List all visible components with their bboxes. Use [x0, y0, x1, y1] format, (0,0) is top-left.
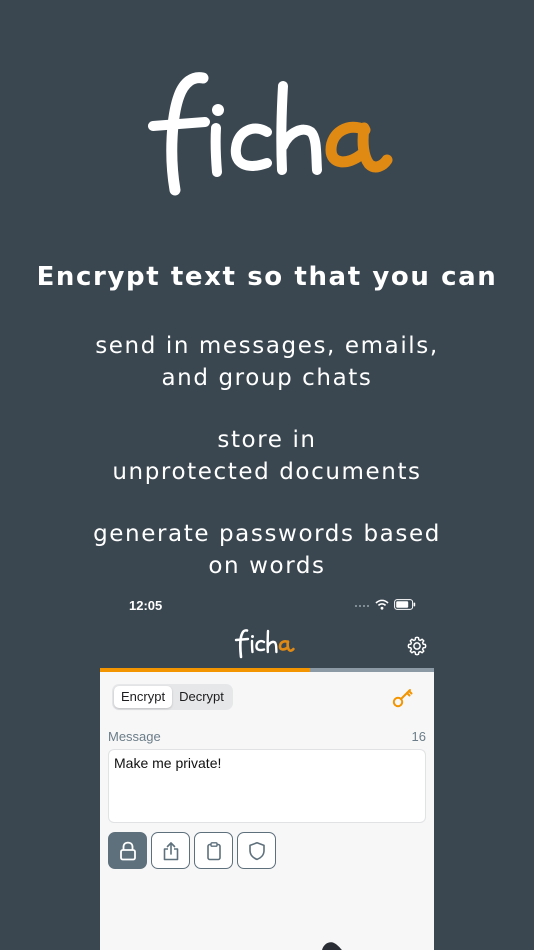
app-bar — [100, 620, 434, 668]
feature-messaging: send in messages, emails, and group chat… — [0, 330, 534, 394]
encrypt-panel: Encrypt Decrypt Message 16 Make me priva… — [100, 672, 434, 950]
partial-graphic — [322, 942, 342, 950]
message-input[interactable]: Make me private! — [108, 749, 426, 823]
shield-button[interactable] — [237, 832, 276, 869]
status-time: 12:05 — [129, 598, 163, 613]
app-preview: Encrypt Decrypt Message 16 Make me priva… — [100, 620, 434, 950]
character-count: 16 — [411, 729, 426, 744]
gear-icon — [407, 636, 427, 656]
feature-line: store in — [217, 427, 317, 453]
ficha-logo — [0, 60, 534, 210]
encrypt-button[interactable] — [108, 832, 147, 869]
feature-line: generate passwords based — [93, 521, 441, 547]
feature-storage: store in unprotected documents — [0, 424, 534, 488]
status-bar: 12:05 — [100, 596, 434, 616]
message-label: Message — [108, 729, 161, 744]
headline: Encrypt text so that you can — [36, 262, 498, 292]
clipboard-button[interactable] — [194, 832, 233, 869]
action-toolbar — [108, 832, 276, 869]
feature-passwords: generate passwords based on words — [0, 518, 534, 582]
settings-button[interactable] — [406, 635, 428, 657]
lock-icon — [119, 841, 136, 860]
mode-switch: Encrypt Decrypt — [112, 684, 233, 710]
key-button[interactable] — [390, 684, 416, 710]
feature-line: send in messages, emails, — [95, 333, 439, 359]
tab-decrypt[interactable]: Decrypt — [172, 686, 231, 708]
share-icon — [163, 841, 178, 860]
status-icons — [354, 599, 416, 610]
tab-encrypt[interactable]: Encrypt — [114, 686, 173, 708]
shield-icon — [248, 841, 265, 860]
battery-icon — [394, 599, 416, 610]
key-icon — [392, 689, 413, 708]
share-button[interactable] — [151, 832, 190, 869]
feature-line: on words — [208, 553, 326, 579]
app-logo — [232, 626, 302, 664]
feature-line: and group chats — [161, 365, 373, 391]
feature-line: unprotected documents — [112, 459, 422, 485]
clipboard-icon — [206, 841, 221, 860]
wifi-icon — [375, 599, 389, 610]
signal-icon — [355, 604, 369, 607]
